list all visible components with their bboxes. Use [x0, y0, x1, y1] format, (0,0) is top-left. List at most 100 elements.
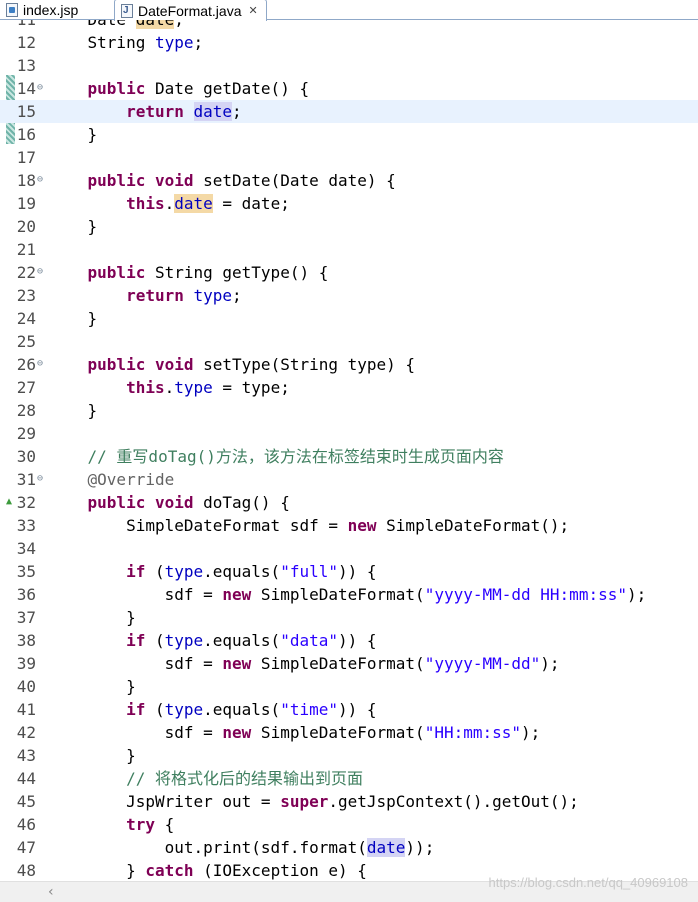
- code-text: public String getType() {: [87, 263, 329, 282]
- line-number: 18: [16, 171, 36, 190]
- line-number: 34: [16, 539, 36, 558]
- line-number: 38: [16, 631, 36, 650]
- code-line[interactable]: 47 out.print(sdf.format(date));: [0, 836, 698, 859]
- scroll-left-icon[interactable]: ‹: [48, 884, 54, 900]
- line-number: 46: [16, 815, 36, 834]
- code-line[interactable]: 13: [0, 54, 698, 77]
- code-line[interactable]: 22 ⊖ public String getType() {: [0, 261, 698, 284]
- code-text: this.date = date;: [126, 194, 290, 213]
- line-number: 48: [16, 861, 36, 880]
- code-text: // 将格式化后的结果输出到页面: [126, 769, 363, 788]
- code-line[interactable]: 25: [0, 330, 698, 353]
- line-number: 42: [16, 723, 36, 742]
- code-text: return date;: [126, 102, 242, 121]
- code-text: }: [49, 401, 98, 420]
- line-number: 24: [16, 309, 36, 328]
- code-line[interactable]: 43 }: [0, 744, 698, 767]
- fold-toggle-icon[interactable]: ⊖: [37, 468, 43, 489]
- code-text: Date date;: [49, 20, 184, 31]
- code-line[interactable]: 20 }: [0, 215, 698, 238]
- line-number: 25: [16, 332, 36, 351]
- code-text: if (type.equals("time")) {: [126, 700, 377, 719]
- code-line[interactable]: 42 sdf = new SimpleDateFormat("HH:mm:ss"…: [0, 721, 698, 744]
- code-line[interactable]: 35 if (type.equals("full")) {: [0, 560, 698, 583]
- code-text: if (type.equals("full")) {: [126, 562, 377, 581]
- tab-dateformat-java[interactable]: DateFormat.java ✕: [114, 0, 267, 21]
- code-line[interactable]: 11 Date date;: [0, 20, 698, 31]
- code-text: }: [49, 309, 98, 328]
- line-number: 27: [16, 378, 36, 397]
- code-line[interactable]: 16 }: [0, 123, 698, 146]
- tab-index-jsp[interactable]: index.jsp: [0, 0, 112, 19]
- code-line[interactable]: 19 this.date = date;: [0, 192, 698, 215]
- editor-tab-bar: index.jsp DateFormat.java ✕: [0, 0, 698, 21]
- code-line[interactable]: 17: [0, 146, 698, 169]
- line-number: 33: [16, 516, 36, 535]
- code-line[interactable]: 38 if (type.equals("data")) {: [0, 629, 698, 652]
- code-line[interactable]: 39 sdf = new SimpleDateFormat("yyyy-MM-d…: [0, 652, 698, 675]
- code-line[interactable]: 31 ⊖ @Override: [0, 468, 698, 491]
- code-line[interactable]: 46 try {: [0, 813, 698, 836]
- code-line[interactable]: 41 if (type.equals("time")) {: [0, 698, 698, 721]
- code-text: if (type.equals("data")) {: [126, 631, 377, 650]
- code-line[interactable]: 12 String type;: [0, 31, 698, 54]
- code-line[interactable]: 34: [0, 537, 698, 560]
- line-number: 13: [16, 56, 36, 75]
- code-line[interactable]: 44 // 将格式化后的结果输出到页面: [0, 767, 698, 790]
- code-line[interactable]: 24 }: [0, 307, 698, 330]
- code-line[interactable]: 33 SimpleDateFormat sdf = new SimpleDate…: [0, 514, 698, 537]
- code-line[interactable]: 27 this.type = type;: [0, 376, 698, 399]
- code-line[interactable]: 15 return date;: [0, 100, 698, 123]
- code-text: public Date getDate() {: [87, 79, 310, 98]
- line-number: 16: [16, 125, 36, 144]
- code-line[interactable]: 45 JspWriter out = super.getJspContext()…: [0, 790, 698, 813]
- line-number: 43: [16, 746, 36, 765]
- code-text: }: [49, 217, 98, 236]
- line-number: 23: [16, 286, 36, 305]
- code-line[interactable]: 36 sdf = new SimpleDateFormat("yyyy-MM-d…: [0, 583, 698, 606]
- code-line[interactable]: 21: [0, 238, 698, 261]
- fold-toggle-icon[interactable]: ⊖: [37, 261, 43, 282]
- fold-toggle-icon[interactable]: ⊖: [37, 353, 43, 374]
- code-line[interactable]: 40 }: [0, 675, 698, 698]
- code-line[interactable]: 37 }: [0, 606, 698, 629]
- code-line[interactable]: 18 ⊖ public void setDate(Date date) {: [0, 169, 698, 192]
- code-line[interactable]: 28 }: [0, 399, 698, 422]
- code-editor[interactable]: 11 Date date;12 String type;1314⊖ public…: [0, 20, 698, 881]
- jsp-file-icon: [6, 2, 18, 17]
- code-text: public void doTag() {: [87, 493, 290, 512]
- code-line[interactable]: 29: [0, 422, 698, 445]
- code-line[interactable]: 14 ⊖ public Date getDate() {: [0, 77, 698, 100]
- code-line[interactable]: 23 return type;: [0, 284, 698, 307]
- code-text: }: [49, 746, 136, 765]
- code-text: this.type = type;: [126, 378, 290, 397]
- fold-toggle-icon[interactable]: ⊖: [37, 169, 43, 190]
- close-icon[interactable]: ✕: [248, 4, 257, 17]
- code-text: sdf = new SimpleDateFormat("yyyy-MM-dd H…: [49, 585, 647, 604]
- line-number: 22: [16, 263, 36, 282]
- code-text: JspWriter out = super.getJspContext().ge…: [49, 792, 579, 811]
- line-number: 26: [16, 355, 36, 374]
- line-number: 12: [16, 33, 36, 52]
- override-marker-icon: ▲: [6, 496, 13, 507]
- code-text: sdf = new SimpleDateFormat("HH:mm:ss");: [49, 723, 541, 742]
- code-text: // 重写doTag()方法，该方法在标签结束时生成页面内容: [87, 447, 504, 466]
- line-number: 19: [16, 194, 36, 213]
- line-number: 17: [16, 148, 36, 167]
- line-number: 31: [16, 470, 36, 489]
- code-text: public void setDate(Date date) {: [87, 171, 396, 190]
- code-text: sdf = new SimpleDateFormat("yyyy-MM-dd")…: [49, 654, 560, 673]
- line-number: 29: [16, 424, 36, 443]
- tab-label: index.jsp: [23, 1, 79, 18]
- fold-toggle-icon[interactable]: ⊖: [37, 77, 43, 98]
- line-number: 15: [16, 102, 36, 121]
- code-text: @Override: [87, 470, 175, 489]
- code-text: String type;: [49, 33, 204, 52]
- line-number: 21: [16, 240, 36, 259]
- code-text: } catch (IOException e) {: [49, 861, 367, 880]
- code-text: return type;: [126, 286, 242, 305]
- code-line[interactable]: 30 // 重写doTag()方法，该方法在标签结束时生成页面内容: [0, 445, 698, 468]
- code-line[interactable]: 32 ▲ public void doTag() {: [0, 491, 698, 514]
- code-line[interactable]: 26 ⊖ public void setType(String type) {: [0, 353, 698, 376]
- code-text: }: [49, 677, 136, 696]
